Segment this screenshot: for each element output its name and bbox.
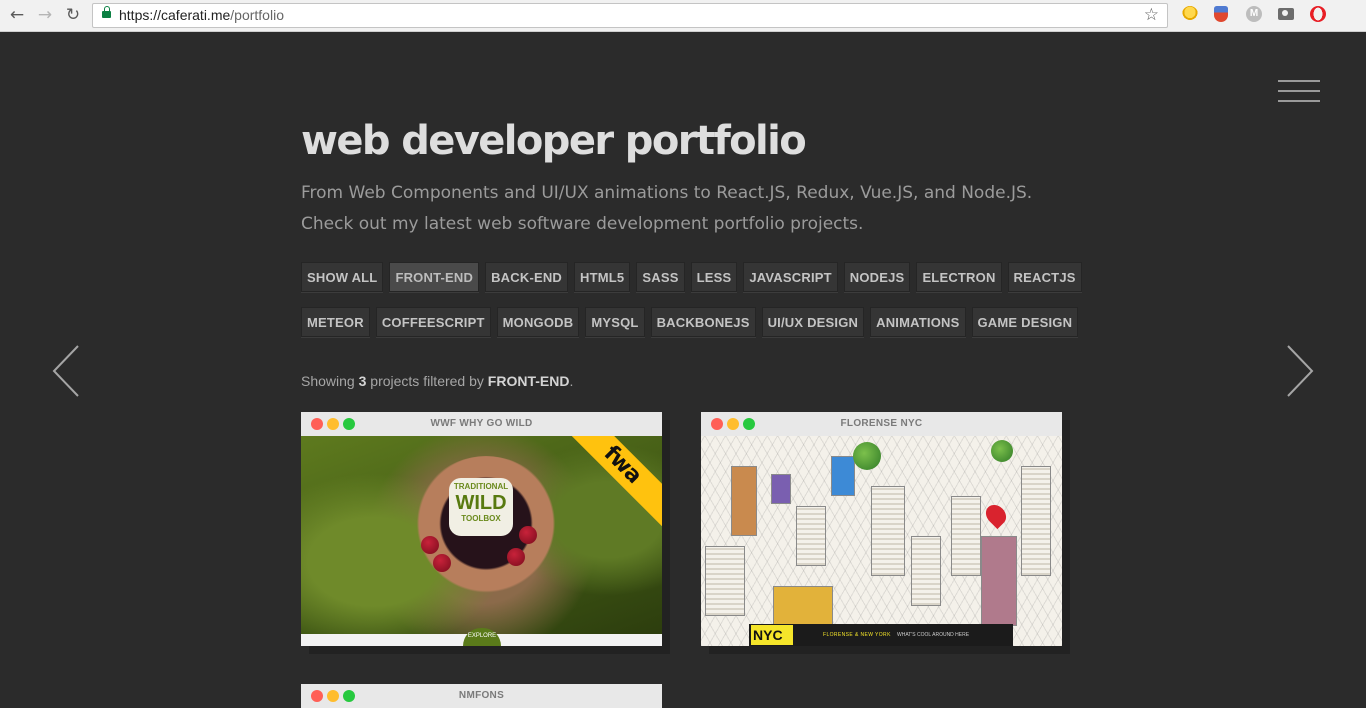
url-host: https://caferati.me [119,7,231,23]
filter-button-less[interactable]: LESS [690,262,738,292]
menu-line [1278,80,1320,82]
site-nav-item: WHAT'S COOL AROUND HERE [897,632,970,638]
opera-icon[interactable] [1310,6,1326,22]
filter-bar: SHOW ALL FRONT-END BACK-END HTML5 SASS LESS JA… [301,262,1082,352]
filter-button-mysql[interactable]: MYSQL [585,307,645,337]
project-title: NMFONS [458,690,505,701]
mockup-titlebar: NMFONS [301,684,662,708]
filter-button-reactjs[interactable]: REACTJS [1007,262,1082,292]
browser-mockup: WWF WHY GO WILD TRADITIONAL WILD TOOLBOX… [301,412,662,646]
filter-row: SHOW ALL FRONT-END BACK-END HTML5 SASS LESS JA… [301,262,1082,292]
bookmark-star-icon[interactable]: ☆ [1144,5,1159,25]
previous-arrow-button[interactable] [52,344,82,398]
camera-icon[interactable] [1278,8,1294,20]
reload-button[interactable]: ↻ [62,4,84,26]
filter-button-html5[interactable]: HTML5 [574,262,631,292]
project-title: WWF WHY GO WILD [430,418,533,429]
project-screenshot: TRADITIONAL WILD TOOLBOX EXPLORE fwa [301,436,662,646]
lock-icon [102,6,111,20]
nyc-logo: NYC [751,625,793,645]
logo-line2: WILD [455,492,507,514]
bulb-icon[interactable] [1182,6,1198,22]
project-title: FLORENSE NYC [840,418,923,429]
menu-line [1278,90,1320,92]
mockup-titlebar: FLORENSE NYC [701,412,1062,436]
filter-summary: Showing 3 projects filtered by FRONT-END… [301,373,573,389]
page-intro: From Web Components and UI/UX animations… [301,183,1033,234]
next-arrow-button[interactable] [1284,344,1314,398]
filter-button-backbonejs[interactable]: BACKBONEJS [650,307,756,337]
hamburger-menu-button[interactable] [1278,80,1320,104]
project-card-nmfons[interactable]: NMFONS [301,684,662,708]
filter-button-ui-ux-design[interactable]: UI/UX DESIGN [761,307,865,337]
filter-button-electron[interactable]: ELECTRON [916,262,1002,292]
filter-button-sass[interactable]: SASS [636,262,685,292]
filter-button-back-end[interactable]: BACK-END [485,262,569,292]
summary-filter: FRONT-END [487,373,570,389]
m-icon[interactable]: M [1246,6,1262,22]
filter-button-nodejs[interactable]: NODEJS [843,262,911,292]
filter-button-animations[interactable]: ANIMATIONS [870,307,966,337]
summary-prefix: Showing [301,373,359,389]
project-screenshot: NYC FLORENSE & NEW YORK WHAT'S COOL AROU… [701,436,1062,646]
wild-toolbox-logo: TRADITIONAL WILD TOOLBOX [449,478,513,536]
filter-button-show-all[interactable]: SHOW ALL [301,262,384,292]
filter-button-front-end[interactable]: FRONT-END [389,262,480,292]
forward-arrow-icon: → [37,5,53,25]
shield-icon[interactable] [1214,6,1228,22]
mockup-titlebar: WWF WHY GO WILD [301,412,662,436]
summary-middle: projects filtered by [366,373,488,389]
menu-line [1278,100,1320,102]
filter-button-game-design[interactable]: GAME DESIGN [971,307,1079,337]
reload-icon: ↻ [65,5,81,25]
filter-button-mongodb[interactable]: MONGODB [496,307,580,337]
filter-button-meteor[interactable]: METEOR [301,307,370,337]
browser-mockup: FLORENSE NYC NYC FLORENSE & NEW YORK WHA… [701,412,1062,646]
project-card-wwf[interactable]: WWF WHY GO WILD TRADITIONAL WILD TOOLBOX… [301,412,670,654]
filter-row: METEOR COFFEESCRIPT MONGODB MYSQL BACKBONEJS… [301,307,1081,337]
url-path: /portfolio [230,7,284,23]
back-arrow-icon: ← [9,5,25,25]
project-card-florense-nyc[interactable]: FLORENSE NYC NYC FLORENSE & NEW YORK WHA… [701,412,1070,654]
back-button[interactable]: ← [6,4,28,26]
forward-button[interactable]: → [34,4,56,26]
logo-line3: TOOLBOX [461,514,501,523]
address-bar[interactable]: https://caferati.me/portfolio ☆ [92,3,1168,28]
chevron-left-icon [52,345,79,397]
browser-mockup: NMFONS [301,684,662,708]
filter-button-coffeescript[interactable]: COFFEESCRIPT [375,307,491,337]
page-title: web developer portfolio [301,118,807,164]
summary-suffix: . [569,373,574,389]
browser-toolbar: ← → ↻ https://caferati.me/portfolio ☆ M [0,0,1366,32]
filter-button-javascript[interactable]: JAVASCRIPT [743,262,838,292]
url-text: https://caferati.me/portfolio [119,7,284,23]
chevron-right-icon [1287,345,1314,397]
logo-line1: TRADITIONAL [453,482,509,491]
site-nav-item: FLORENSE & NEW YORK [823,632,891,638]
